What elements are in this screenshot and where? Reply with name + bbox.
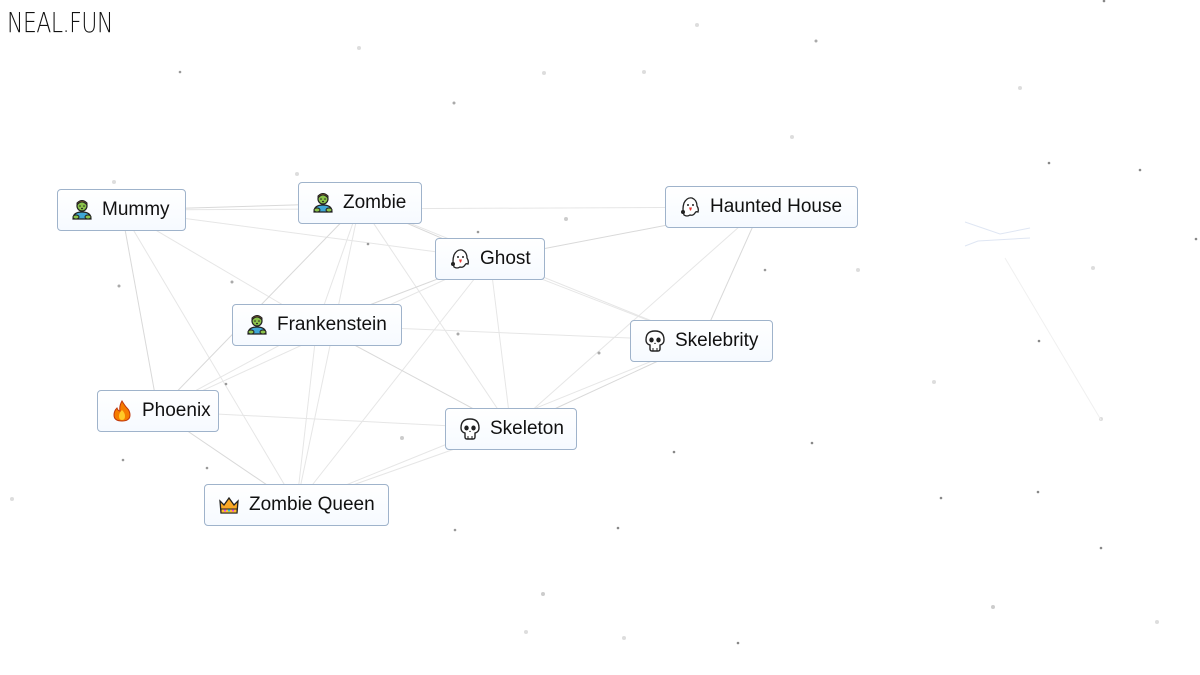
node-zombie[interactable]: Zombie xyxy=(298,182,422,224)
background-dot xyxy=(856,268,860,272)
faded-edge-line xyxy=(964,237,1031,247)
background-dot xyxy=(117,284,121,288)
background-dot xyxy=(541,592,545,596)
background-dot xyxy=(1091,266,1095,270)
ghost-icon xyxy=(678,195,702,219)
node-mummy[interactable]: Mummy xyxy=(57,189,186,231)
node-haunted-house[interactable]: Haunted House xyxy=(665,186,858,228)
background-dot xyxy=(1037,339,1041,343)
node-zombie-queen[interactable]: Zombie Queen xyxy=(204,484,389,526)
skull-icon xyxy=(643,329,667,353)
node-skeleton[interactable]: Skeleton xyxy=(445,408,577,450)
background-dot xyxy=(672,450,676,454)
node-label: Phoenix xyxy=(142,400,211,421)
background-dot xyxy=(814,39,818,43)
background-dot xyxy=(1099,546,1103,550)
background-dot xyxy=(597,351,601,355)
zombie-icon xyxy=(70,198,94,222)
faded-edge-remnant xyxy=(964,221,1102,421)
background-dot xyxy=(810,441,814,445)
background-dot xyxy=(564,217,568,221)
background-dot xyxy=(400,436,404,440)
background-dot xyxy=(10,497,14,501)
background-dot xyxy=(1036,490,1040,494)
node-label: Zombie xyxy=(343,192,407,213)
node-label: Ghost xyxy=(480,248,531,269)
background-dot xyxy=(452,101,456,105)
background-dot xyxy=(357,46,361,50)
node-label: Haunted House xyxy=(710,196,843,217)
background-dot xyxy=(1155,620,1159,624)
background-dot xyxy=(453,528,457,532)
background-dot xyxy=(991,605,995,609)
node-frankenstein[interactable]: Frankenstein xyxy=(232,304,402,346)
node-skelebrity[interactable]: Skelebrity xyxy=(630,320,773,362)
background-dot xyxy=(456,332,460,336)
background-dot xyxy=(1194,237,1198,241)
edge-line xyxy=(489,258,512,430)
background-dot xyxy=(736,641,740,645)
background-dot xyxy=(1102,0,1106,3)
skull-icon xyxy=(458,417,482,441)
background-dot xyxy=(112,180,116,184)
edge-line xyxy=(296,324,318,506)
background-dot xyxy=(230,280,234,284)
background-dot xyxy=(616,526,620,530)
edge-line xyxy=(121,209,297,506)
background-dot xyxy=(695,23,699,27)
node-phoenix[interactable]: Phoenix xyxy=(97,390,219,432)
background-dot xyxy=(178,70,182,74)
zombie-icon xyxy=(245,313,269,337)
background-dot xyxy=(121,458,125,462)
graph-canvas xyxy=(10,0,1198,645)
edge-line xyxy=(510,206,762,430)
background-dot xyxy=(366,242,370,246)
background-dot xyxy=(542,71,546,75)
background-dot xyxy=(1018,86,1022,90)
background-dot xyxy=(524,630,528,634)
background-dot xyxy=(476,230,480,234)
background-dot xyxy=(1047,161,1051,165)
background-dot xyxy=(642,70,646,74)
background-dot xyxy=(763,268,767,272)
background-dot xyxy=(224,382,228,386)
background-dot xyxy=(295,172,299,176)
node-label: Zombie Queen xyxy=(249,494,375,515)
zombie-icon xyxy=(311,191,335,215)
background-dot xyxy=(205,466,209,470)
background-dot xyxy=(790,135,794,139)
node-label: Skeleton xyxy=(490,418,564,439)
background-dot xyxy=(939,496,943,500)
faded-edge-line xyxy=(964,221,1031,235)
node-label: Skelebrity xyxy=(675,330,759,351)
faded-edge-line xyxy=(1004,257,1102,421)
edge-line xyxy=(296,202,361,506)
crown-icon xyxy=(217,493,241,517)
background-dot xyxy=(932,380,936,384)
background-dot xyxy=(1138,168,1142,172)
fire-icon xyxy=(110,399,134,423)
node-ghost[interactable]: Ghost xyxy=(435,238,545,280)
background-dot xyxy=(622,636,626,640)
node-label: Mummy xyxy=(102,199,170,220)
neal-fun-logo[interactable]: NEAL.FUN xyxy=(7,6,113,39)
node-label: Frankenstein xyxy=(277,314,387,335)
ghost-icon xyxy=(448,247,472,271)
